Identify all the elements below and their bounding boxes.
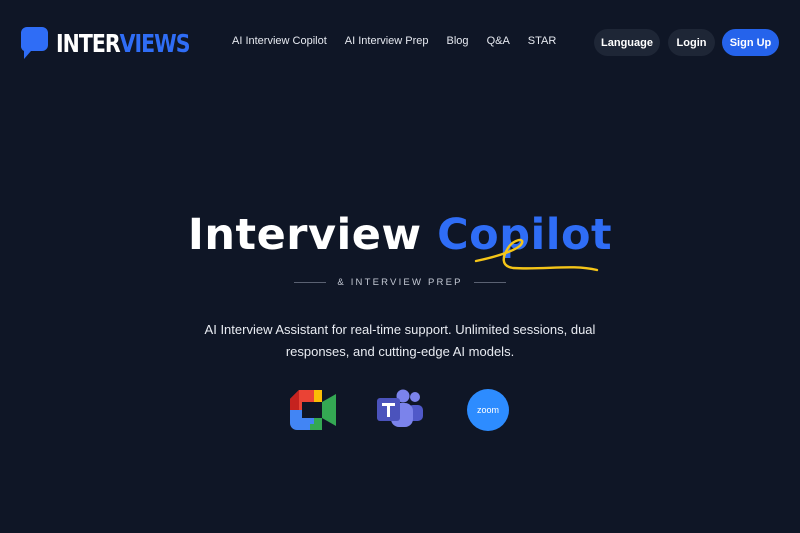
hero-subtitle-row: & INTERVIEW PREP	[0, 277, 800, 288]
zoom-icon: zoom	[467, 389, 509, 431]
zoom-icon-label: zoom	[477, 405, 499, 415]
login-button[interactable]: Login	[668, 29, 715, 56]
top-nav: INTERVIEWS AI Interview Copilot AI Inter…	[0, 0, 800, 84]
hero-title: Interview Copilot	[0, 210, 800, 260]
divider-right	[473, 282, 506, 283]
google-meet-icon	[290, 390, 336, 430]
nav-link-blog[interactable]: Blog	[447, 35, 469, 47]
hero-description: AI Interview Assistant for real-time sup…	[204, 322, 596, 359]
logo-text: INTERVIEWS	[56, 28, 191, 58]
divider-left	[294, 282, 327, 283]
nav-link-ai-interview-copilot[interactable]: AI Interview Copilot	[232, 35, 327, 47]
chat-bubble-logo-icon	[21, 27, 48, 59]
platform-icons: zoom	[0, 388, 800, 433]
hero-title-part2: Copilot	[437, 210, 613, 260]
nav-link-qa[interactable]: Q&A	[487, 35, 510, 47]
nav-link-ai-interview-prep[interactable]: AI Interview Prep	[345, 35, 429, 47]
sign-up-button[interactable]: Sign Up	[722, 29, 779, 56]
nav-links: AI Interview Copilot AI Interview Prep B…	[232, 35, 556, 47]
language-button[interactable]: Language	[594, 29, 660, 56]
nav-link-star[interactable]: STAR	[528, 35, 557, 47]
logo[interactable]: INTERVIEWS	[21, 26, 219, 60]
hero-title-part1: Interview	[187, 210, 422, 260]
microsoft-teams-icon	[377, 389, 423, 427]
hero-subtitle: & INTERVIEW PREP	[337, 277, 463, 288]
